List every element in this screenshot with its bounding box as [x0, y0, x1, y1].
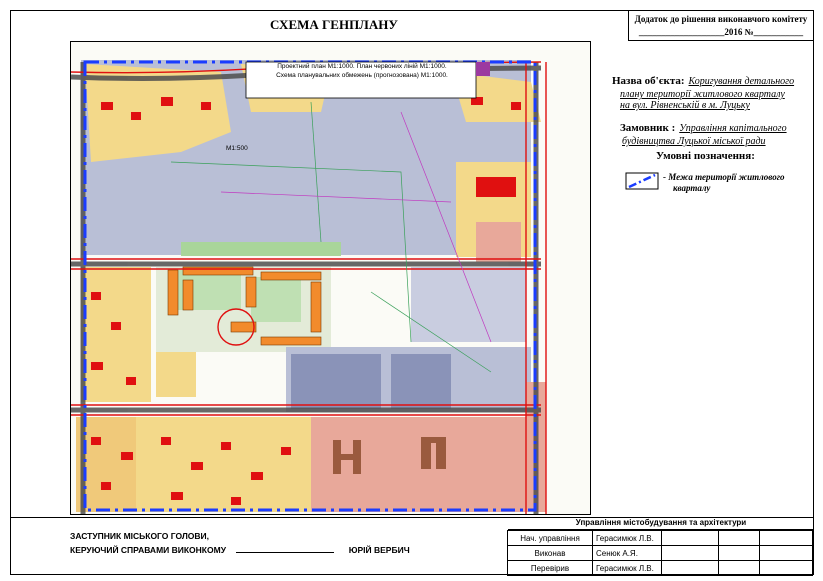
map-caption: Проектний план М1:1000. План червоних лі…: [249, 62, 475, 80]
signature-cell: [661, 560, 719, 576]
object-value-line-1: Коригування детального: [688, 76, 795, 87]
master-plan-map[interactable]: Проектний план М1:1000. План червоних лі…: [70, 41, 591, 515]
title-block-header: Управління містобудування та архітектури: [508, 517, 814, 530]
extra-cell: [759, 545, 813, 561]
table-row: Нач. управління Герасимюк Л.В.: [507, 530, 813, 546]
approval-table: Нач. управління Герасимюк Л.В. Виконав С…: [507, 530, 813, 576]
title-block: Управління містобудування та архітектури…: [507, 517, 814, 576]
scheme-title: СХЕМА ГЕНПЛАНУ: [270, 17, 398, 32]
map-drawing: [71, 42, 590, 514]
object-info: Назва об'єкта: Коригування детального пл…: [612, 71, 812, 111]
customer-info: Замовник : Управління капітального будів…: [620, 118, 815, 147]
signature-cell: [661, 545, 719, 561]
table-row: Виконав Сенюк А.Я.: [507, 545, 813, 561]
role-cell: Виконав: [507, 545, 593, 561]
legend-item-line-1: - Межа території житлового: [663, 172, 785, 182]
legend-title: Умовні позначення:: [656, 150, 755, 162]
decision-stamp: Додаток до рішення виконавчого комітету …: [628, 10, 814, 41]
signature-cell: [661, 530, 719, 546]
object-value-line-3: на вул. Рівненській в м. Луцьку: [620, 100, 750, 111]
stamp-line-2: ___________________2016 №___________: [638, 27, 804, 37]
customer-label: Замовник :: [620, 122, 676, 134]
date-cell: [718, 530, 760, 546]
name-cell: Герасимюк Л.В.: [592, 560, 662, 576]
table-row: Перевірив Герасимюк Л.В.: [507, 560, 813, 576]
name-cell: Герасимюк Л.В.: [592, 530, 662, 546]
map-scale-label: М1:500: [226, 145, 248, 152]
customer-value-line-2: будівництва Луцької міської ради: [622, 136, 766, 147]
legend-item-text-1: Межа території житлового: [668, 172, 785, 182]
stamp-line-1: Додаток до рішення виконавчого комітету: [634, 14, 808, 24]
boundary-line-swatch: [625, 172, 659, 190]
signature-block: ЗАСТУПНИК МІСЬКОГО ГОЛОВИ, КЕРУЮЧИЙ СПРА…: [70, 530, 410, 557]
date-cell: [718, 545, 760, 561]
signature-line-2: КЕРУЮЧИЙ СПРАВАМИ ВИКОНКОМУ ЮРІЙ ВЕРБИЧ: [70, 543, 410, 557]
signature-underline: [236, 543, 335, 553]
role-cell: Перевірив: [507, 560, 593, 576]
name-cell: Сенюк А.Я.: [592, 545, 662, 561]
date-cell: [718, 560, 760, 576]
object-label: Назва об'єкта:: [612, 75, 685, 87]
signature-line-1: ЗАСТУПНИК МІСЬКОГО ГОЛОВИ,: [70, 531, 210, 541]
map-caption-line-2: Схема планувальних обмежень (прогнозован…: [276, 72, 448, 79]
object-value-line-2: плану території житлового кварталу: [620, 89, 785, 100]
extra-cell: [759, 560, 813, 576]
legend-item-line-2: кварталу: [673, 183, 711, 193]
map-caption-line-1: Проектний план М1:1000. План червоних лі…: [277, 63, 447, 70]
signature-position: КЕРУЮЧИЙ СПРАВАМИ ВИКОНКОМУ: [70, 545, 226, 555]
role-cell: Нач. управління: [507, 530, 593, 546]
customer-value-line-1: Управління капітального: [679, 123, 787, 134]
signatory-name: ЮРІЙ ВЕРБИЧ: [348, 545, 410, 555]
extra-cell: [759, 530, 813, 546]
